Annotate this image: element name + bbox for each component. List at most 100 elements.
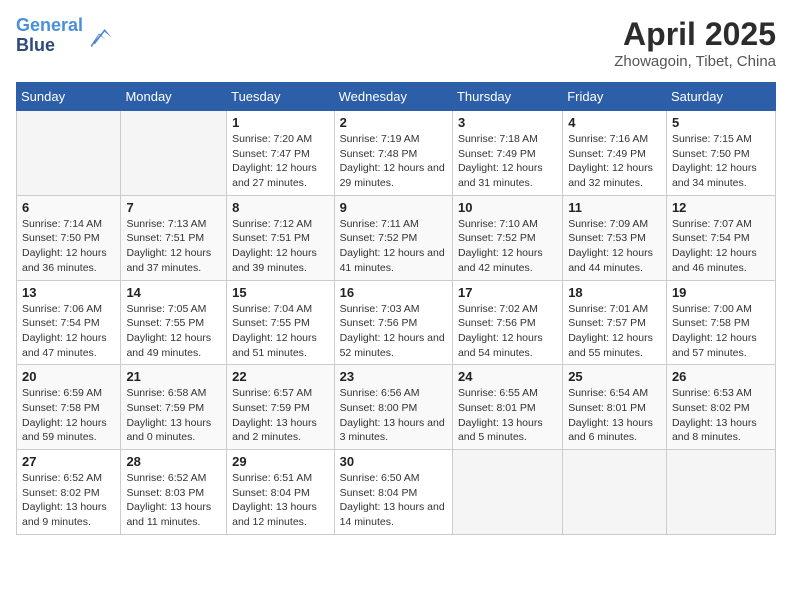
- day-number: 25: [568, 369, 661, 384]
- day-number: 1: [232, 115, 328, 130]
- day-detail: Sunrise: 7:01 AMSunset: 7:57 PMDaylight:…: [568, 302, 661, 361]
- calendar-cell: 28 Sunrise: 6:52 AMSunset: 8:03 PMDayligh…: [121, 450, 227, 535]
- calendar-week-3: 13 Sunrise: 7:06 AMSunset: 7:54 PMDayligh…: [17, 280, 776, 365]
- calendar-cell: [452, 450, 562, 535]
- day-number: 13: [22, 285, 115, 300]
- calendar-cell: 22Sunrise: 6:57 AMSunset: 7:59 PMDayligh…: [227, 365, 334, 450]
- day-detail: Sunrise: 7:06 AMSunset: 7:54 PMDaylight:…: [22, 302, 115, 361]
- calendar-cell: 1Sunrise: 7:20 AMSunset: 7:47 PMDaylight…: [227, 111, 334, 196]
- weekday-header-monday: Monday: [121, 83, 227, 111]
- calendar-body: 1Sunrise: 7:20 AMSunset: 7:47 PMDaylight…: [17, 111, 776, 535]
- day-number: 6: [22, 200, 115, 215]
- day-number: 27: [22, 454, 115, 469]
- day-detail: Sunrise: 7:19 AMSunset: 7:48 PMDaylight:…: [340, 132, 447, 191]
- day-detail: Sunrise: 6:56 AMSunset: 8:00 PMDaylight:…: [340, 386, 447, 445]
- weekday-header-sunday: Sunday: [17, 83, 121, 111]
- day-detail: Sunrise: 7:07 AMSunset: 7:54 PMDaylight:…: [672, 217, 770, 276]
- calendar-cell: 13 Sunrise: 7:06 AMSunset: 7:54 PMDayligh…: [17, 280, 121, 365]
- logo: GeneralBlue: [16, 16, 113, 56]
- calendar-cell: 11Sunrise: 7:09 AMSunset: 7:53 PMDayligh…: [563, 195, 667, 280]
- day-number: 18: [568, 285, 661, 300]
- day-detail: Sunrise: 7:11 AMSunset: 7:52 PMDaylight:…: [340, 217, 447, 276]
- title-area: April 2025 Zhowagoin, Tibet, China: [614, 16, 776, 70]
- day-detail: Sunrise: 6:58 AMSunset: 7:59 PMDaylight:…: [126, 386, 221, 445]
- day-detail: Sunrise: 6:55 AMSunset: 8:01 PMDaylight:…: [458, 386, 557, 445]
- day-number: 29: [232, 454, 328, 469]
- calendar-cell: 9Sunrise: 7:11 AMSunset: 7:52 PMDaylight…: [334, 195, 452, 280]
- calendar-cell: 27 Sunrise: 6:52 AMSunset: 8:02 PMDayligh…: [17, 450, 121, 535]
- day-number: 16: [340, 285, 447, 300]
- logo-icon: [85, 22, 113, 50]
- day-number: 3: [458, 115, 557, 130]
- day-detail: Sunrise: 7:10 AMSunset: 7:52 PMDaylight:…: [458, 217, 557, 276]
- day-detail: Sunrise: 7:00 AMSunset: 7:58 PMDaylight:…: [672, 302, 770, 361]
- day-number: 20: [22, 369, 115, 384]
- calendar-cell: 4 Sunrise: 7:16 AMSunset: 7:49 PMDaylight…: [563, 111, 667, 196]
- day-number: 4: [568, 115, 661, 130]
- calendar-cell: 18 Sunrise: 7:01 AMSunset: 7:57 PMDayligh…: [563, 280, 667, 365]
- day-detail: Sunrise: 7:12 AMSunset: 7:51 PMDaylight:…: [232, 217, 328, 276]
- calendar-cell: 26 Sunrise: 6:53 AMSunset: 8:02 PMDayligh…: [666, 365, 775, 450]
- calendar-cell: 29Sunrise: 6:51 AMSunset: 8:04 PMDayligh…: [227, 450, 334, 535]
- day-detail: Sunrise: 7:18 AMSunset: 7:49 PMDaylight:…: [458, 132, 557, 191]
- calendar-cell: 25 Sunrise: 6:54 AMSunset: 8:01 PMDayligh…: [563, 365, 667, 450]
- day-number: 24: [458, 369, 557, 384]
- day-detail: Sunrise: 7:04 AMSunset: 7:55 PMDaylight:…: [232, 302, 328, 361]
- calendar-cell: 17Sunrise: 7:02 AMSunset: 7:56 PMDayligh…: [452, 280, 562, 365]
- day-detail: Sunrise: 7:05 AMSunset: 7:55 PMDaylight:…: [126, 302, 221, 361]
- day-number: 7: [126, 200, 221, 215]
- calendar-cell: 19 Sunrise: 7:00 AMSunset: 7:58 PMDayligh…: [666, 280, 775, 365]
- day-number: 30: [340, 454, 447, 469]
- day-number: 8: [232, 200, 328, 215]
- calendar-cell: 23 Sunrise: 6:56 AMSunset: 8:00 PMDayligh…: [334, 365, 452, 450]
- day-detail: Sunrise: 6:54 AMSunset: 8:01 PMDaylight:…: [568, 386, 661, 445]
- weekday-header-tuesday: Tuesday: [227, 83, 334, 111]
- month-title: April 2025: [614, 16, 776, 53]
- day-number: 10: [458, 200, 557, 215]
- weekday-header-thursday: Thursday: [452, 83, 562, 111]
- day-number: 21: [126, 369, 221, 384]
- day-number: 26: [672, 369, 770, 384]
- calendar-cell: [666, 450, 775, 535]
- day-detail: Sunrise: 7:16 AMSunset: 7:49 PMDaylight:…: [568, 132, 661, 191]
- day-number: 19: [672, 285, 770, 300]
- day-detail: Sunrise: 7:15 AMSunset: 7:50 PMDaylight:…: [672, 132, 770, 191]
- calendar-cell: [563, 450, 667, 535]
- day-detail: Sunrise: 6:52 AMSunset: 8:03 PMDaylight:…: [126, 471, 221, 530]
- day-number: 12: [672, 200, 770, 215]
- day-detail: Sunrise: 6:53 AMSunset: 8:02 PMDaylight:…: [672, 386, 770, 445]
- day-number: 14: [126, 285, 221, 300]
- day-number: 15: [232, 285, 328, 300]
- calendar-cell: 3 Sunrise: 7:18 AMSunset: 7:49 PMDaylight…: [452, 111, 562, 196]
- day-detail: Sunrise: 6:59 AMSunset: 7:58 PMDaylight:…: [22, 386, 115, 445]
- calendar-cell: 8 Sunrise: 7:12 AMSunset: 7:51 PMDaylight…: [227, 195, 334, 280]
- day-number: 28: [126, 454, 221, 469]
- calendar-cell: 12 Sunrise: 7:07 AMSunset: 7:54 PMDayligh…: [666, 195, 775, 280]
- calendar-cell: 15 Sunrise: 7:04 AMSunset: 7:55 PMDayligh…: [227, 280, 334, 365]
- weekday-header-row: SundayMondayTuesdayWednesdayThursdayFrid…: [17, 83, 776, 111]
- calendar-cell: 30 Sunrise: 6:50 AMSunset: 8:04 PMDayligh…: [334, 450, 452, 535]
- day-number: 2: [340, 115, 447, 130]
- day-detail: Sunrise: 7:09 AMSunset: 7:53 PMDaylight:…: [568, 217, 661, 276]
- calendar-table: SundayMondayTuesdayWednesdayThursdayFrid…: [16, 82, 776, 535]
- day-detail: Sunrise: 6:52 AMSunset: 8:02 PMDaylight:…: [22, 471, 115, 530]
- location: Zhowagoin, Tibet, China: [614, 53, 776, 70]
- day-number: 22: [232, 369, 328, 384]
- calendar-cell: 10 Sunrise: 7:10 AMSunset: 7:52 PMDayligh…: [452, 195, 562, 280]
- day-detail: Sunrise: 6:50 AMSunset: 8:04 PMDaylight:…: [340, 471, 447, 530]
- day-number: 5: [672, 115, 770, 130]
- calendar-cell: 21 Sunrise: 6:58 AMSunset: 7:59 PMDayligh…: [121, 365, 227, 450]
- calendar-cell: 6 Sunrise: 7:14 AMSunset: 7:50 PMDaylight…: [17, 195, 121, 280]
- calendar-cell: 16 Sunrise: 7:03 AMSunset: 7:56 PMDayligh…: [334, 280, 452, 365]
- calendar-cell: [17, 111, 121, 196]
- day-number: 23: [340, 369, 447, 384]
- calendar-week-5: 27 Sunrise: 6:52 AMSunset: 8:02 PMDayligh…: [17, 450, 776, 535]
- calendar-week-4: 20 Sunrise: 6:59 AMSunset: 7:58 PMDayligh…: [17, 365, 776, 450]
- day-detail: Sunrise: 7:14 AMSunset: 7:50 PMDaylight:…: [22, 217, 115, 276]
- calendar-cell: [121, 111, 227, 196]
- day-detail: Sunrise: 7:03 AMSunset: 7:56 PMDaylight:…: [340, 302, 447, 361]
- weekday-header-friday: Friday: [563, 83, 667, 111]
- calendar-cell: 5 Sunrise: 7:15 AMSunset: 7:50 PMDaylight…: [666, 111, 775, 196]
- calendar-cell: 24 Sunrise: 6:55 AMSunset: 8:01 PMDayligh…: [452, 365, 562, 450]
- calendar-cell: 14 Sunrise: 7:05 AMSunset: 7:55 PMDayligh…: [121, 280, 227, 365]
